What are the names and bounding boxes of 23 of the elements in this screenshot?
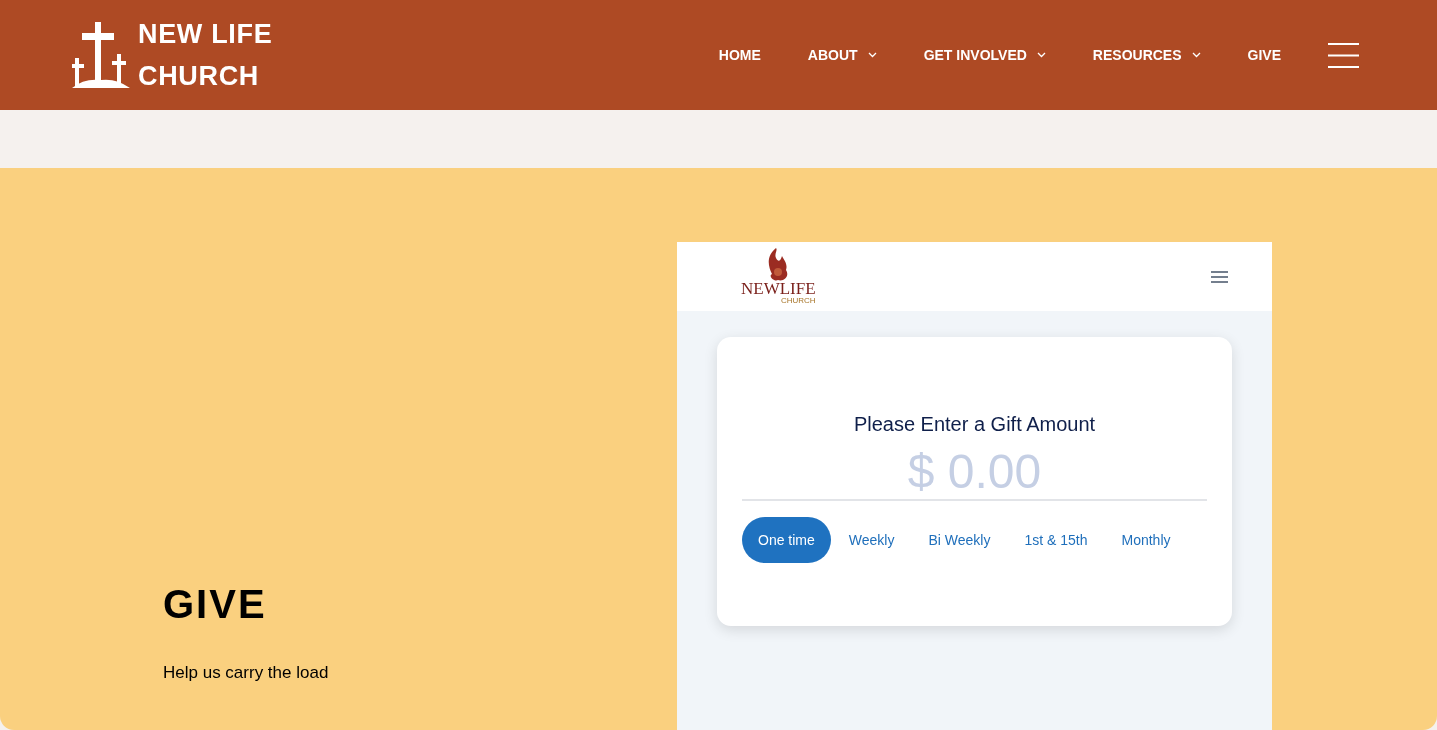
widget-logo-text: NEWLIFE — [741, 280, 816, 297]
logo-text[interactable]: NEW LIFE — [138, 13, 273, 55]
nav-link[interactable]: HOME — [718, 44, 761, 66]
section-subtitle: Help us carry the load — [163, 661, 330, 684]
frequency-option[interactable]: One time — [742, 517, 831, 563]
chevron-down-icon — [867, 52, 877, 58]
amount-input[interactable]: $ 0.00 — [742, 445, 1207, 501]
section-title: GIVE — [163, 583, 268, 624]
frequency-option[interactable]: Weekly — [832, 517, 911, 563]
widget-logo-tagline: CHURCH — [780, 297, 816, 305]
frequency-option[interactable]: 1st & 15th — [1008, 517, 1104, 563]
nav-link[interactable]: GIVE — [1247, 44, 1281, 66]
chevron-down-icon — [1191, 52, 1201, 58]
nav-link[interactable]: RESOURCES — [1092, 44, 1201, 66]
nav-link[interactable]: ABOUT — [807, 44, 877, 66]
frequency-option[interactable]: Monthly — [1105, 517, 1187, 563]
crosses-logo-icon[interactable] — [72, 22, 130, 88]
menu-icon[interactable] — [1211, 270, 1228, 283]
gift-heading: Please Enter a Gift Amount — [852, 412, 1097, 437]
nav-link[interactable]: GET INVOLVED — [923, 44, 1046, 66]
logo-text[interactable]: CHURCH — [138, 55, 273, 97]
chevron-down-icon — [1036, 52, 1046, 58]
frequency-option[interactable]: Bi Weekly — [912, 517, 1007, 563]
